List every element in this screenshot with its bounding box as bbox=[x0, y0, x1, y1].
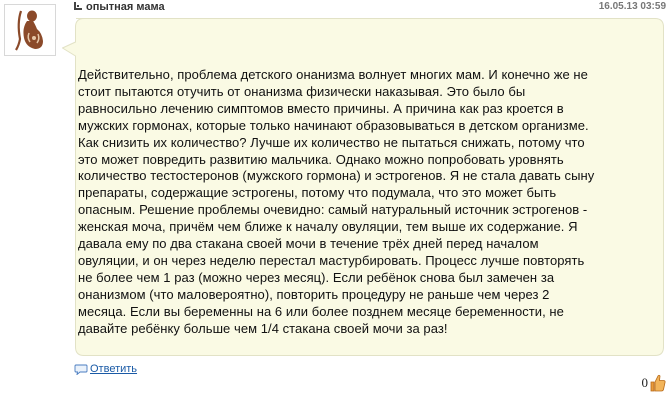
text-line: женская моча, причём чем ближе к началу … bbox=[78, 219, 578, 235]
text-line: месяца. Если вы беременны на 6 или более… bbox=[78, 303, 564, 319]
text-line: опасным. Решение проблемы очевидно: самы… bbox=[78, 202, 588, 218]
rating: 0 bbox=[642, 374, 667, 392]
text-line: Действительно, проблема детского онанизм… bbox=[78, 67, 588, 82]
reply-label[interactable]: Ответить bbox=[90, 363, 137, 375]
text-line: Как снизить их количество? Лучше их коли… bbox=[78, 134, 585, 150]
text-line: равносильно лечению симптомов вместо при… bbox=[78, 100, 564, 116]
author-name[interactable]: опытная мама bbox=[86, 0, 165, 14]
text-line: препараты, содержащие эстрогены, потому … bbox=[78, 185, 557, 201]
text-line: овуляции, и он через неделю перестал мас… bbox=[78, 252, 585, 268]
avatar[interactable] bbox=[4, 4, 56, 56]
user-icon bbox=[74, 2, 82, 10]
text-line: не более чем 1 раз (можно через месяц). … bbox=[78, 269, 555, 285]
text-line: давала ему по два стакана своей мочи в т… bbox=[78, 236, 539, 252]
comment-text: Действительно, проблема детского онанизм… bbox=[78, 67, 658, 338]
avatar-image bbox=[5, 5, 55, 55]
reply-link[interactable]: Ответить bbox=[74, 363, 137, 375]
text-line: мужских гормонах, которые только начинаю… bbox=[78, 117, 589, 133]
text-line: онанизмом (что маловероятно), повторить … bbox=[78, 286, 550, 302]
text-line: количество тестостеронов (мужского гормо… bbox=[78, 168, 595, 184]
comment-date: 16.05.13 03:59 bbox=[598, 1, 666, 12]
text-line: давайте ребёнку больше чем 1/4 стакана с… bbox=[78, 320, 448, 336]
text-line: это может повредить развитию мальчика. О… bbox=[78, 151, 564, 167]
thumbs-up-icon[interactable] bbox=[650, 374, 666, 392]
text-line: стоит пытаются отучить от онанизма физич… bbox=[78, 83, 526, 99]
comment-header: опытная мама 16.05.13 03:59 bbox=[70, 0, 666, 14]
rating-count: 0 bbox=[641, 375, 649, 390]
speech-bubble-icon bbox=[74, 364, 88, 375]
